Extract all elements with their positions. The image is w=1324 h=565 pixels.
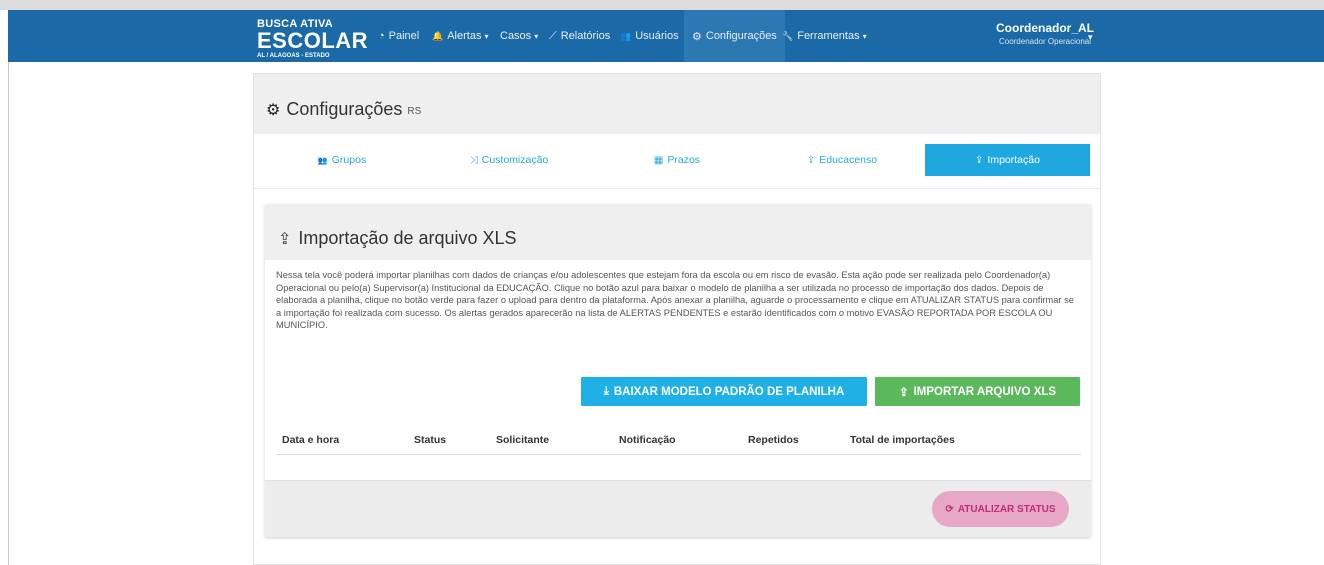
gear-icon: ⚙ — [692, 30, 702, 43]
users-icon: 👥 — [620, 30, 632, 41]
dashboard-icon: ◔ — [378, 30, 385, 42]
import-title-text: Importação de arquivo XLS — [298, 228, 517, 248]
column-header: Data e hora — [282, 434, 340, 446]
shuffle-icon: ⤨ — [469, 154, 478, 166]
import-title: ⇪ Importação de arquivo XLS — [278, 228, 517, 249]
user-role: Coordenador Operacional — [998, 37, 1092, 46]
nav-item-label: Usuários — [635, 30, 679, 42]
import-xls-label: IMPORTAR ARQUIVO XLS — [913, 385, 1057, 398]
import-panel-header: ⇪ Importação de arquivo XLS — [265, 204, 1091, 260]
column-header: Solicitante — [496, 434, 550, 446]
tab-label: Educacenso — [819, 154, 878, 166]
upload-icon: ⇪ — [975, 154, 984, 166]
nav-item-label: Ferramentas — [797, 30, 860, 42]
nav-item-relatorios[interactable]: ⟋ Relatórios — [549, 10, 610, 62]
users-icon: 👥 — [317, 155, 328, 165]
nav-item-usuarios[interactable]: 👥 Usuários — [620, 10, 679, 62]
line-chart-icon: ⟋ — [549, 29, 557, 42]
bell-icon: 🔔 — [432, 30, 444, 41]
nav-item-label: Alertas — [447, 30, 482, 42]
user-menu[interactable]: Coordenador_AL Coordenador Operacional — [996, 20, 1094, 48]
import-description: Nessa tela você poderá importar planilha… — [276, 270, 1074, 331]
download-template-button[interactable]: ⤓ BAIXAR MODELO PADRÃO DE PLANILHA — [581, 377, 867, 406]
tab-educacenso[interactable]: ⇪ Educacenso — [760, 144, 924, 176]
chevron-down-icon: ▾ — [534, 31, 539, 41]
nav-item-casos[interactable]: Casos ▾ — [500, 10, 538, 62]
tab-label: Prazos — [667, 154, 701, 166]
user-name: Coordenador_AL — [996, 21, 1095, 35]
nav-item-label: Configurações — [705, 30, 777, 42]
brand-main-text: ESCOLAR — [257, 28, 369, 53]
brand-sub-text: AL / ALAGOAS - ESTADO — [257, 53, 330, 59]
nav-item-label: Relatórios — [560, 30, 611, 42]
refresh-status-button[interactable]: ⟳ ATUALIZAR STATUS — [932, 491, 1069, 527]
nav-item-alertas[interactable]: 🔔 Alertas ▾ — [432, 10, 488, 62]
import-panel: ⇪ Importação de arquivo XLS Nessa tela v… — [265, 204, 1091, 537]
tab-label: Importação — [987, 154, 1040, 166]
wrench-icon: 🔧 — [782, 30, 794, 41]
nav-item-label: Painel — [388, 30, 420, 42]
settings-tabs: 👥 Grupos ⤨ Customização ▦ Prazos ⇪ Educa… — [254, 144, 1100, 176]
tabs-divider — [254, 188, 1100, 189]
page-title: ⚙ Configurações RS — [266, 99, 421, 120]
gear-icon: ⚙ — [266, 101, 281, 119]
column-header: Total de importações — [850, 434, 955, 446]
download-icon: ⤓ — [603, 385, 609, 397]
calendar-icon: ▦ — [653, 154, 664, 166]
refresh-status-label: ATUALIZAR STATUS — [957, 503, 1056, 515]
nav-item-ferramentas[interactable]: 🔧 Ferramentas ▾ — [782, 10, 867, 62]
imports-table-header: Data e hora Status Solicitante Notificaç… — [276, 434, 1081, 454]
upload-icon: ⇪ — [806, 154, 816, 166]
upload-icon: ⇪ — [278, 230, 292, 248]
left-divider — [8, 62, 9, 565]
import-panel-footer: ⟳ ATUALIZAR STATUS — [265, 480, 1091, 537]
chevron-down-icon: ▾ — [484, 31, 489, 41]
tab-importacao[interactable]: ⇪ Importação — [925, 144, 1090, 176]
table-divider — [276, 454, 1081, 455]
download-template-label: BAIXAR MODELO PADRÃO DE PLANILHA — [613, 385, 845, 398]
settings-card-header: ⚙ Configurações RS — [254, 74, 1100, 134]
settings-card: ⚙ Configurações RS 👥 Grupos ⤨ Customizaç… — [253, 73, 1101, 565]
tab-grupos[interactable]: 👥 Grupos — [260, 144, 424, 176]
tab-label: Customização — [481, 154, 549, 166]
import-xls-button[interactable]: ⇪ IMPORTAR ARQUIVO XLS — [875, 377, 1080, 406]
page-title-text: Configurações — [286, 99, 403, 119]
nav-item-label: Casos — [500, 30, 532, 42]
nav-item-configuracoes[interactable]: ⚙ Configurações — [684, 10, 785, 62]
column-header: Notificação — [619, 434, 676, 446]
nav-item-painel[interactable]: ◔ Painel — [378, 10, 419, 62]
top-navbar: BUSCA ATIVA ESCOLAR AL / ALAGOAS - ESTAD… — [8, 10, 1324, 62]
refresh-icon: ⟳ — [945, 503, 954, 515]
chevron-down-icon[interactable]: ▾ — [1088, 32, 1093, 43]
window-top-strip — [0, 0, 1324, 10]
upload-icon: ⇪ — [898, 386, 909, 399]
tab-customizacao[interactable]: ⤨ Customização — [424, 144, 594, 176]
chevron-down-icon: ▾ — [862, 31, 867, 41]
page-subtitle: RS — [407, 106, 422, 117]
column-header: Status — [414, 434, 447, 446]
brand-logo[interactable]: BUSCA ATIVA ESCOLAR AL / ALAGOAS - ESTAD… — [257, 18, 368, 60]
column-header: Repetidos — [748, 434, 799, 446]
tab-prazos[interactable]: ▦ Prazos — [594, 144, 760, 176]
tab-label: Grupos — [331, 154, 367, 166]
